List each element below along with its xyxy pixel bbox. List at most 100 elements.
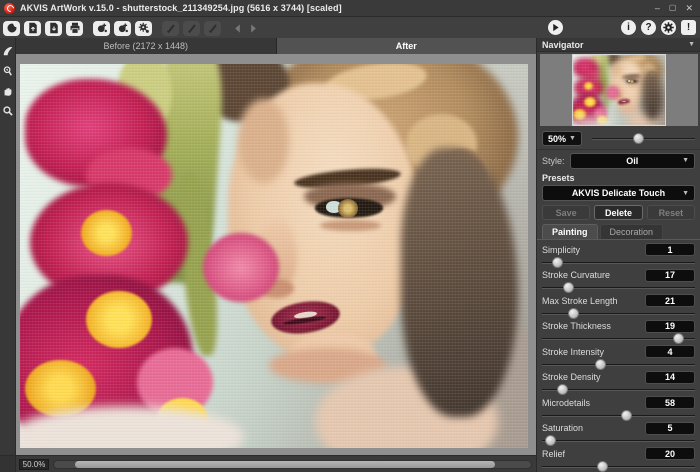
print-icon[interactable] (66, 21, 83, 36)
tab-decoration[interactable]: Decoration (600, 224, 664, 239)
slider-value-box[interactable]: 5 (645, 422, 695, 435)
delete-preset-button[interactable]: Delete (594, 205, 642, 220)
tab-painting[interactable]: Painting (542, 224, 598, 239)
parameter-slider: Max Stroke Length 21 (542, 294, 695, 320)
slider-value-box[interactable]: 17 (645, 269, 695, 282)
slider-track[interactable] (542, 410, 695, 421)
open-image-icon[interactable] (24, 21, 41, 36)
postprocess-tool-3-icon[interactable] (204, 21, 221, 36)
postprocess-tool-1-icon[interactable] (162, 21, 179, 36)
horizontal-scrollbar-thumb[interactable] (75, 461, 495, 468)
slider-track[interactable] (542, 308, 695, 319)
corner-block (0, 456, 16, 472)
run-processing-icon[interactable] (548, 20, 563, 35)
maximize-button[interactable]: ▢ (669, 3, 677, 13)
slider-knob[interactable] (552, 257, 563, 268)
parameter-slider: Stroke Density 14 (542, 370, 695, 396)
slider-knob[interactable] (595, 359, 606, 370)
navigator-header[interactable]: Navigator ▼ (537, 38, 700, 52)
chevron-down-icon: ▼ (682, 157, 689, 164)
export-presets-icon[interactable] (114, 21, 131, 36)
akvis-artwork-window: AKVIS ArtWork v.15.0 - shutterstock_2113… (0, 0, 700, 472)
chevron-down-icon: ▼ (682, 190, 689, 197)
postprocess-tool-2-icon[interactable] (183, 21, 200, 36)
preset-dropdown-value: AKVIS Delicate Touch (572, 188, 665, 198)
preset-dropdown[interactable]: AKVIS Delicate Touch ▼ (542, 185, 695, 201)
import-presets-icon[interactable] (93, 21, 110, 36)
slider-label: Stroke Thickness (542, 321, 611, 331)
settings-panel: Navigator ▼ 50% ▼ (536, 38, 700, 472)
presets-header: Presets (537, 171, 700, 184)
horizontal-scrollbar[interactable] (53, 460, 532, 469)
chevron-down-icon: ▼ (688, 41, 695, 48)
slider-value-box[interactable]: 20 (645, 447, 695, 460)
zoom-slider-knob[interactable] (633, 133, 644, 144)
zoom-select-value: 50% (548, 134, 566, 144)
batch-processing-icon[interactable] (135, 21, 152, 36)
slider-value-box[interactable]: 21 (645, 294, 695, 307)
navigator-thumbnail[interactable] (572, 54, 666, 126)
slider-knob[interactable] (545, 435, 556, 446)
preset-buttons-row: Save Delete Reset (537, 202, 700, 223)
slider-knob[interactable] (563, 282, 574, 293)
slider-knob[interactable] (557, 384, 568, 395)
redo-icon[interactable] (247, 22, 259, 34)
close-button[interactable]: ✕ (685, 3, 693, 13)
undo-icon[interactable] (231, 22, 243, 34)
slider-value-box[interactable]: 14 (645, 371, 695, 384)
feedback-icon[interactable]: ! (681, 20, 696, 35)
save-preset-button[interactable]: Save (542, 205, 590, 220)
akvis-logo-icon (4, 3, 15, 14)
preferences-icon[interactable] (661, 20, 676, 35)
save-image-icon[interactable] (45, 21, 62, 36)
parameter-slider: Saturation 5 (542, 421, 695, 447)
parameter-slider: Stroke Intensity 4 (542, 345, 695, 371)
navigator-zoom-row: 50% ▼ (537, 128, 700, 150)
slider-knob[interactable] (621, 410, 632, 421)
slider-label: Stroke Curvature (542, 270, 610, 280)
preview-brush-icon[interactable] (1, 44, 15, 58)
slider-track[interactable] (542, 461, 695, 472)
slider-knob[interactable] (568, 308, 579, 319)
slider-knob[interactable] (673, 333, 684, 344)
navigator-thumbnail-area (537, 52, 700, 128)
reset-preset-button[interactable]: Reset (647, 205, 695, 220)
result-image[interactable] (20, 64, 528, 448)
zoom-tool-icon[interactable] (1, 104, 15, 118)
workspace-icon[interactable] (3, 21, 20, 36)
help-icon[interactable]: ? (641, 20, 656, 35)
slider-value-box[interactable]: 4 (645, 345, 695, 358)
style-dropdown[interactable]: Oil ▼ (570, 153, 695, 169)
parameter-slider: Relief 20 (542, 447, 695, 472)
image-viewport[interactable] (16, 54, 536, 455)
navigator-zoom-slider[interactable] (592, 133, 695, 144)
slider-value-box[interactable]: 19 (645, 320, 695, 333)
slider-track[interactable] (542, 282, 695, 293)
navigator-mat (540, 54, 698, 126)
slider-label: Max Stroke Length (542, 296, 618, 306)
chevron-down-icon: ▼ (569, 135, 576, 142)
slider-value-box[interactable]: 58 (645, 396, 695, 409)
parameter-slider: Microdetails 58 (542, 396, 695, 422)
slider-track[interactable] (542, 435, 695, 446)
slider-track[interactable] (542, 333, 695, 344)
parameter-slider: Stroke Thickness 19 (542, 319, 695, 345)
zoom-select[interactable]: 50% ▼ (542, 131, 582, 146)
slider-track[interactable] (542, 359, 695, 370)
minimize-button[interactable]: – (655, 3, 660, 13)
slider-knob[interactable] (597, 461, 608, 472)
style-label: Style: (542, 156, 565, 166)
tab-before[interactable]: Before (2172 x 1448) (16, 38, 277, 54)
tab-after[interactable]: After (277, 38, 537, 54)
title-bar: AKVIS ArtWork v.15.0 - shutterstock_2113… (0, 0, 700, 17)
style-dropdown-value: Oil (626, 156, 638, 166)
slider-value-box[interactable]: 1 (645, 243, 695, 256)
hand-tool-icon[interactable] (1, 84, 15, 98)
slider-track[interactable] (542, 257, 695, 268)
slider-track[interactable] (542, 384, 695, 395)
sliders-container: Simplicity 1 Stroke Curvature 17 Max Str… (537, 240, 700, 472)
smudge-tool-icon[interactable] (1, 64, 15, 78)
info-icon[interactable]: i (621, 20, 636, 35)
view-tabbar: Before (2172 x 1448) After (16, 38, 536, 54)
window-title: AKVIS ArtWork v.15.0 - shutterstock_2113… (20, 3, 342, 13)
